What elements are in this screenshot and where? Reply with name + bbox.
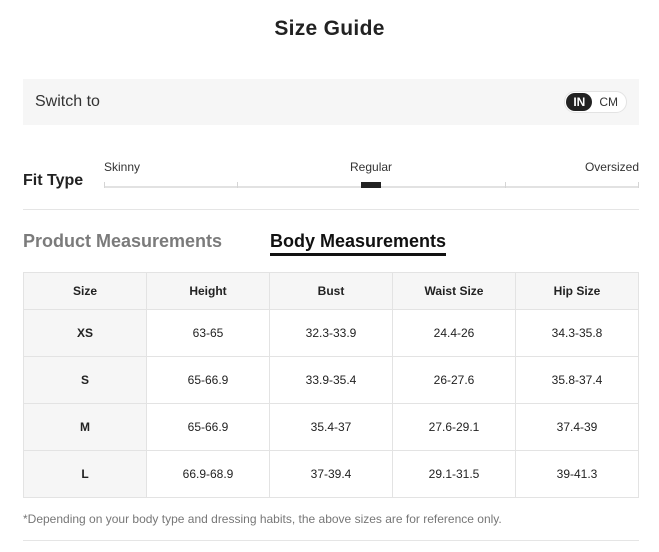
table-row: XS 63-65 32.3-33.9 24.4-26 34.3-35.8 [23,309,639,357]
bust-cell: 33.9-35.4 [269,356,393,404]
table-row: M 65-66.9 35.4-37 27.6-29.1 37.4-39 [23,403,639,451]
divider [23,540,639,541]
header-size: Size [23,272,147,310]
unit-switch-bar: Switch to IN CM [23,79,639,125]
table-header-row: Size Height Bust Waist Size Hip Size [23,272,639,310]
fit-tick [237,182,238,188]
header-waist-size: Waist Size [392,272,516,310]
page-title: Size Guide [274,17,385,40]
bust-cell: 35.4-37 [269,403,393,451]
fit-option-oversized: Oversized [584,160,639,174]
bust-cell: 32.3-33.9 [269,309,393,357]
waist-cell: 26-27.6 [392,356,516,404]
size-cell: M [23,403,147,451]
active-tab-underline [270,253,446,256]
unit-in-button[interactable]: IN [566,93,593,111]
hip-cell: 35.8-37.4 [515,356,639,404]
bust-cell: 37-39.4 [269,450,393,498]
table-row: S 65-66.9 33.9-35.4 26-27.6 35.8-37.4 [23,356,639,404]
height-cell: 65-66.9 [146,403,270,451]
fit-option-regular: Regular [350,160,393,174]
fit-tick [505,182,506,188]
header-hip-size: Hip Size [515,272,639,310]
hip-cell: 37.4-39 [515,403,639,451]
hip-cell: 34.3-35.8 [515,309,639,357]
fit-type-scale: Skinny Regular Oversized [104,160,639,190]
height-cell: 65-66.9 [146,356,270,404]
fit-option-skinny: Skinny [104,160,141,174]
waist-cell: 29.1-31.5 [392,450,516,498]
height-cell: 66.9-68.9 [146,450,270,498]
size-cell: L [23,450,147,498]
divider [23,209,639,210]
hip-cell: 39-41.3 [515,450,639,498]
unit-cm-button[interactable]: CM [592,93,625,111]
fit-type-label: Fit Type [23,172,84,189]
unit-toggle[interactable]: IN CM [564,91,627,113]
header-height: Height [146,272,270,310]
fit-selected-marker [361,182,381,188]
waist-cell: 24.4-26 [392,309,516,357]
fit-tick [638,182,639,188]
table-row: L 66.9-68.9 37-39.4 29.1-31.5 39-41.3 [23,450,639,498]
tab-body-measurements[interactable]: Body Measurements [270,231,446,252]
footnote: *Depending on your body type and dressin… [23,512,502,526]
waist-cell: 27.6-29.1 [392,403,516,451]
height-cell: 63-65 [146,309,270,357]
size-cell: S [23,356,147,404]
switch-label: Switch to [35,93,100,110]
tab-product-measurements[interactable]: Product Measurements [23,231,222,252]
size-cell: XS [23,309,147,357]
header-bust: Bust [269,272,393,310]
fit-tick [104,182,105,188]
size-table: Size Height Bust Waist Size Hip Size XS … [23,272,639,498]
